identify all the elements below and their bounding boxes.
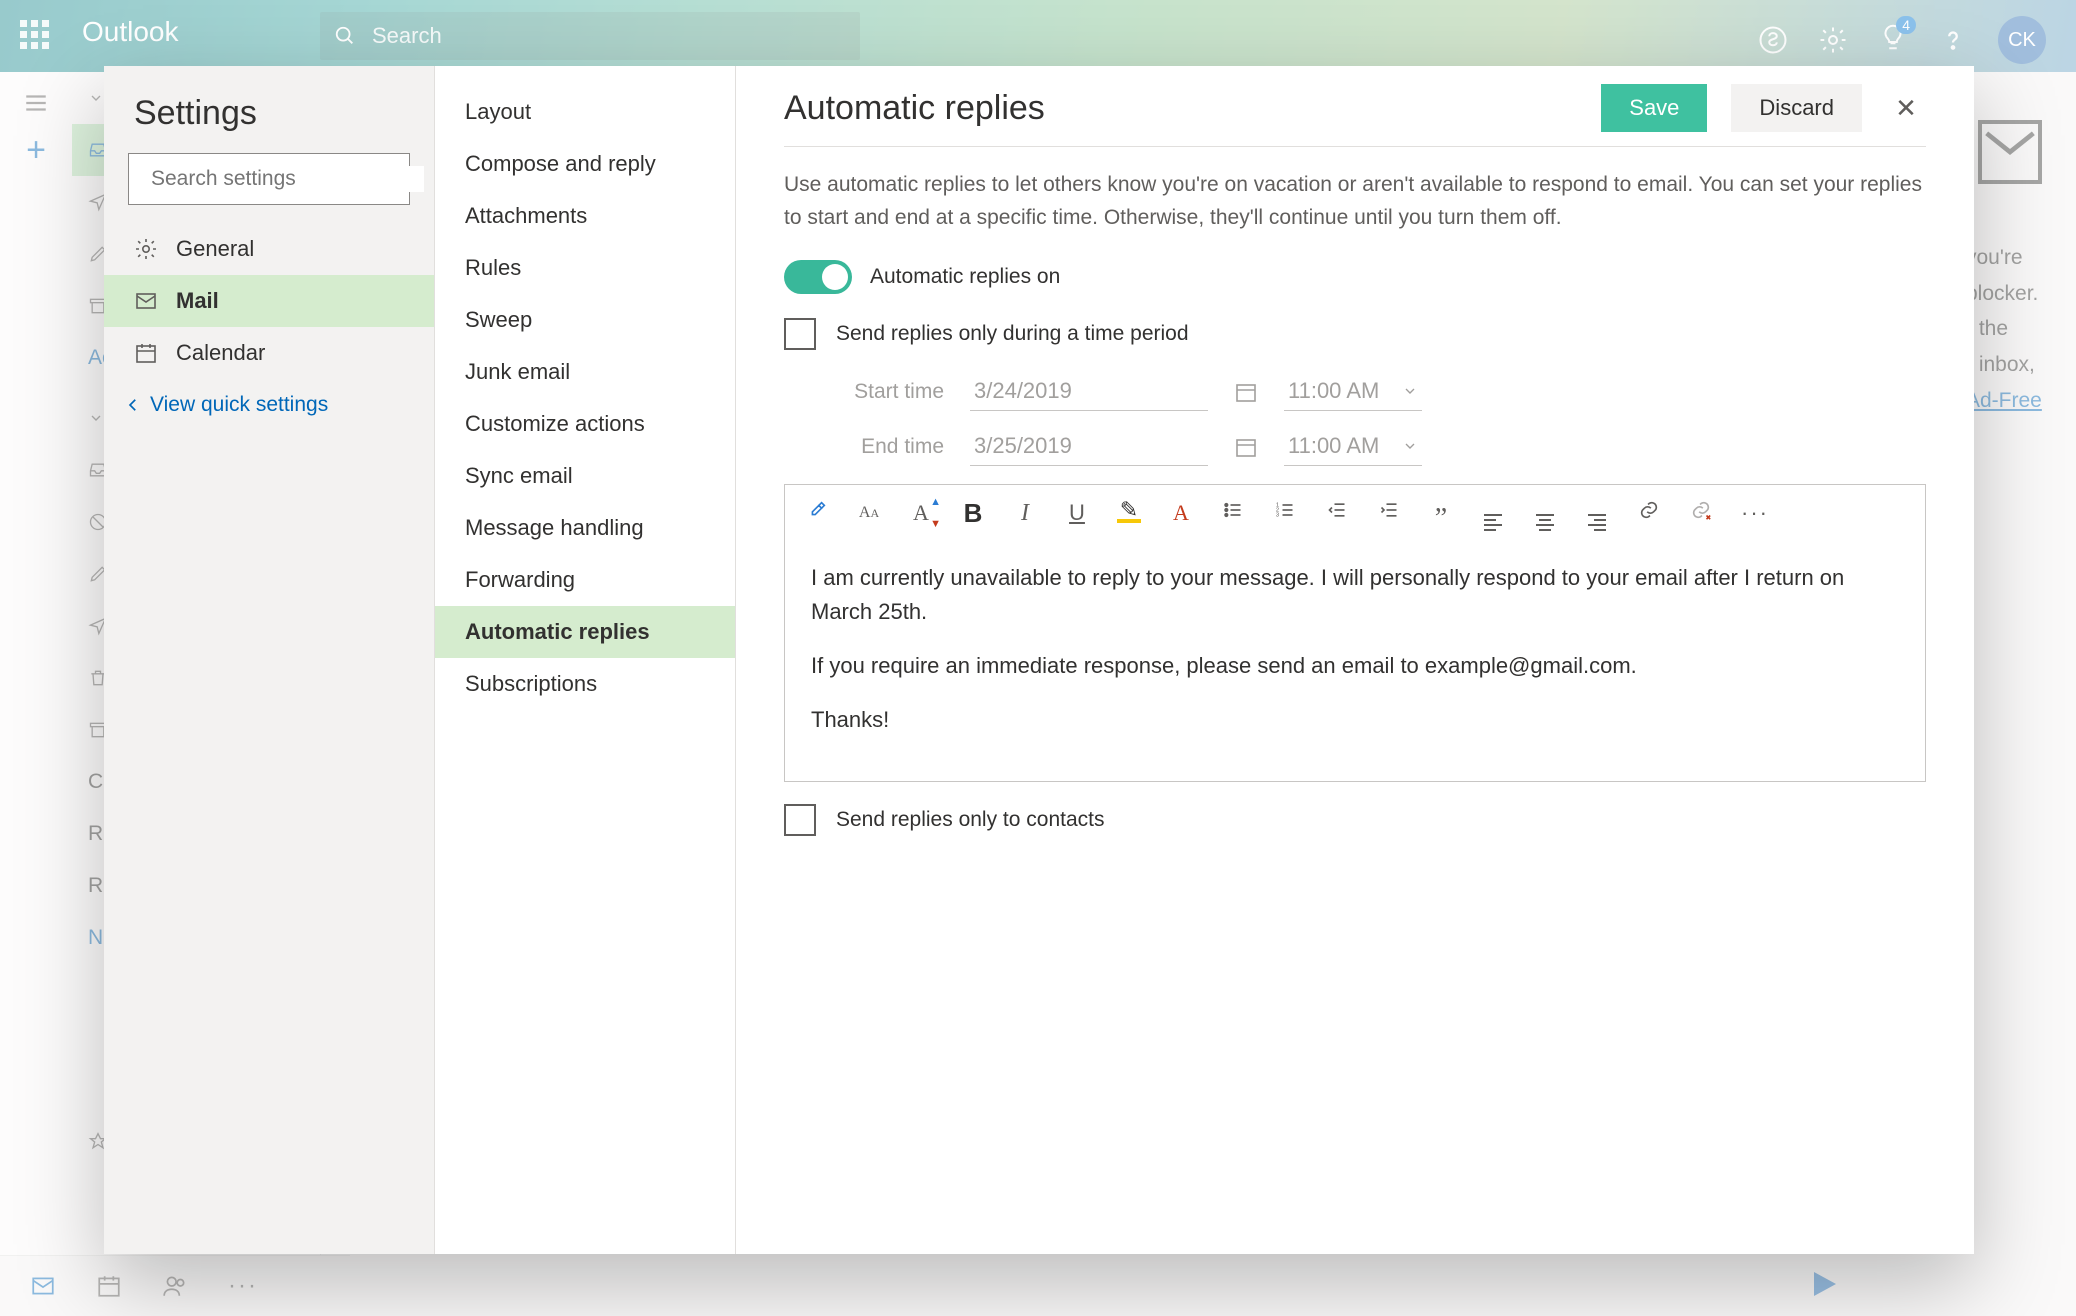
mail-subsections: Layout Compose and reply Attachments Rul… (435, 66, 736, 1254)
editor-toolbar: AA A▲▼ B I U ✎ A 123 ” (785, 485, 1925, 541)
svg-text:3: 3 (1276, 513, 1279, 519)
sub-compose[interactable]: Compose and reply (435, 138, 735, 190)
contacts-only-label: Send replies only to contacts (836, 808, 1105, 832)
autoreply-toggle-label: Automatic replies on (870, 265, 1060, 289)
gear-icon (134, 237, 158, 261)
highlight-icon[interactable]: ✎ (1117, 503, 1141, 523)
settings-search-input[interactable] (149, 166, 424, 192)
sub-sweep[interactable]: Sweep (435, 294, 735, 346)
chevron-left-icon (124, 396, 142, 414)
contacts-only-checkbox[interactable] (784, 804, 816, 836)
category-mail[interactable]: Mail (104, 275, 434, 327)
sub-layout[interactable]: Layout (435, 86, 735, 138)
start-time-select[interactable]: 11:00 AM (1284, 372, 1422, 411)
discard-button[interactable]: Discard (1731, 84, 1862, 132)
chevron-down-icon (1402, 438, 1418, 454)
start-date-input[interactable] (970, 372, 1208, 411)
quote-icon[interactable]: ” (1429, 503, 1453, 535)
settings-categories: Settings General Mail Calendar View quic… (104, 66, 435, 1254)
start-time-label: Start time (824, 380, 944, 404)
time-period-label: Send replies only during a time period (836, 322, 1189, 346)
settings-modal: Settings General Mail Calendar View quic… (104, 66, 1974, 1254)
link-icon[interactable] (1637, 499, 1661, 527)
sub-forwarding[interactable]: Forwarding (435, 554, 735, 606)
category-label: Mail (176, 288, 219, 314)
bold-icon[interactable]: B (961, 498, 985, 529)
format-painter-icon[interactable] (805, 499, 829, 527)
panel-description: Use automatic replies to let others know… (784, 169, 1926, 234)
reply-body-input[interactable]: I am currently unavailable to reply to y… (785, 541, 1925, 781)
chevron-down-icon (1402, 383, 1418, 399)
autoreply-toggle[interactable] (784, 260, 852, 294)
close-icon[interactable]: ✕ (1886, 93, 1926, 124)
underline-icon[interactable]: U (1065, 500, 1089, 526)
reply-editor: AA A▲▼ B I U ✎ A 123 ” (784, 484, 1926, 782)
align-left-icon[interactable] (1481, 496, 1505, 531)
settings-search[interactable] (128, 153, 410, 205)
sub-automatic-replies[interactable]: Automatic replies (435, 606, 735, 658)
more-formatting-icon[interactable]: ··· (1741, 500, 1765, 526)
settings-title: Settings (104, 66, 434, 153)
settings-panel: Automatic replies Save Discard ✕ Use aut… (736, 66, 1974, 1254)
bullets-icon[interactable] (1221, 500, 1245, 526)
start-time-row: Start time 11:00 AM (824, 372, 1926, 411)
sub-junk[interactable]: Junk email (435, 346, 735, 398)
end-date-input[interactable] (970, 427, 1208, 466)
sub-handling[interactable]: Message handling (435, 502, 735, 554)
category-calendar[interactable]: Calendar (104, 327, 434, 379)
sub-subscriptions[interactable]: Subscriptions (435, 658, 735, 710)
font-color-icon[interactable]: A (1169, 500, 1193, 526)
category-label: General (176, 236, 254, 262)
end-time-label: End time (824, 435, 944, 459)
unlink-icon[interactable] (1689, 499, 1713, 527)
time-period-checkbox[interactable] (784, 318, 816, 350)
view-quick-settings-link[interactable]: View quick settings (104, 379, 434, 431)
italic-icon[interactable]: I (1013, 500, 1037, 527)
calendar-icon[interactable] (1234, 435, 1258, 459)
align-center-icon[interactable] (1533, 496, 1557, 531)
align-right-icon[interactable] (1585, 496, 1609, 531)
calendar-icon (134, 341, 158, 365)
calendar-icon[interactable] (1234, 380, 1258, 404)
category-label: Calendar (176, 340, 265, 366)
sub-rules[interactable]: Rules (435, 242, 735, 294)
sub-sync[interactable]: Sync email (435, 450, 735, 502)
indent-icon[interactable] (1377, 500, 1401, 526)
panel-title: Automatic replies (784, 89, 1045, 128)
end-time-row: End time 11:00 AM (824, 427, 1926, 466)
outdent-icon[interactable] (1325, 500, 1349, 526)
font-family-icon[interactable]: AA (857, 504, 881, 522)
end-time-select[interactable]: 11:00 AM (1284, 427, 1422, 466)
save-button[interactable]: Save (1601, 84, 1707, 132)
numbering-icon[interactable]: 123 (1273, 500, 1297, 526)
sub-actions[interactable]: Customize actions (435, 398, 735, 450)
font-size-icon[interactable]: A▲▼ (909, 500, 933, 526)
sub-attachments[interactable]: Attachments (435, 190, 735, 242)
mail-icon (134, 289, 158, 313)
category-general[interactable]: General (104, 223, 434, 275)
